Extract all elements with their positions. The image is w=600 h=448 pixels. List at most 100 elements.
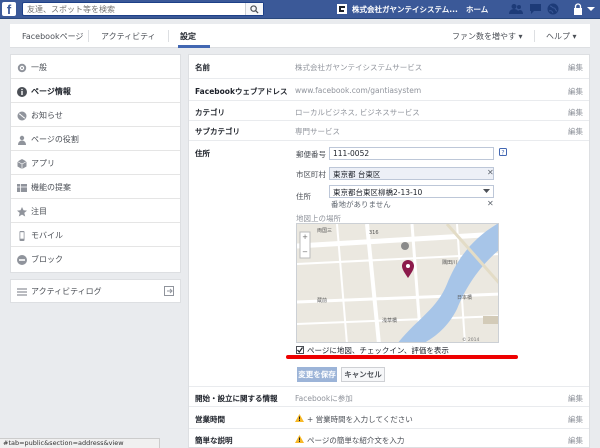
street-dropdown-icon[interactable]: [483, 189, 490, 194]
tab-facebook-page[interactable]: Facebookページ: [22, 31, 83, 42]
svg-text:?: ?: [501, 150, 504, 157]
block-icon: [17, 255, 27, 265]
page-info-panel: 名前 株式会社ガヤンテイシステムサービス 編集 Facebookウェブアドレス …: [188, 54, 590, 448]
sidebar-item-notifications[interactable]: お知らせ: [11, 103, 180, 127]
grow-fans-button[interactable]: ファン数を増やす ▾: [452, 31, 523, 42]
postal-code-input[interactable]: 111-0052: [329, 147, 494, 160]
search-box[interactable]: [22, 2, 264, 16]
subcategory-label: サブカテゴリ: [195, 127, 240, 136]
web-address-value: www.facebook.com/gantiasystem: [295, 86, 422, 95]
edit-hours-link[interactable]: 編集: [568, 414, 583, 425]
account-menu-chevron-icon[interactable]: [587, 5, 595, 13]
help-menu-button[interactable]: ヘルプ ▾: [546, 31, 577, 42]
row-address-editor: 住所 郵便番号 111-0052 ? 市区町村 東京都 台東区 ✕ 住所 東京都…: [189, 141, 589, 387]
svg-text:+: +: [302, 233, 308, 241]
nav-divider: [534, 30, 535, 42]
sidebar-item-block[interactable]: ブロック: [11, 247, 180, 271]
founded-value: Facebookに参加: [295, 394, 353, 403]
row-founded: 開始・設立に関する情報 Facebookに参加 編集: [189, 387, 589, 407]
browser-status-bar: #tab=public&section=address&view: [0, 438, 160, 448]
row-name: 名前 株式会社ガヤンテイシステムサービス 編集: [189, 55, 589, 79]
sidebar-item-suggested-features[interactable]: 機能の提案: [11, 175, 180, 199]
short-description-prompt[interactable]: ページの簡単な紹介文を入力: [307, 435, 404, 446]
search-button[interactable]: [245, 3, 263, 15]
privacy-lock-icon[interactable]: [573, 3, 583, 15]
hours-prompt[interactable]: + 営業時間を入力してください: [307, 414, 413, 425]
messages-icon[interactable]: [529, 3, 542, 15]
red-highlight-underline: [286, 355, 518, 359]
row-category: カテゴリ ローカルビジネス, ビジネスサービス 編集: [189, 101, 589, 121]
short-description-label: 簡単な説明: [195, 436, 233, 445]
activity-log-link[interactable]: アクティビティログ: [10, 279, 181, 303]
name-label: 名前: [195, 63, 210, 72]
cancel-button[interactable]: キャンセル: [341, 367, 385, 382]
postal-code-label: 郵便番号: [296, 150, 326, 159]
notifications-globe-icon[interactable]: [547, 3, 559, 15]
map-label: 隅田川: [442, 259, 457, 266]
map-label: 浅草橋: [382, 317, 397, 324]
home-link[interactable]: ホーム: [466, 4, 488, 15]
street-input[interactable]: 東京都台東区柳橋2-13-10: [329, 185, 494, 198]
sidebar-item-label: アプリ: [31, 159, 55, 168]
settings-sidebar: 一般 ページ情報 お知らせ ページの役割 アプリ 機能の提案 注目 モバイル ブ…: [10, 54, 181, 273]
friend-requests-icon[interactable]: [509, 3, 523, 15]
search-icon: [250, 5, 259, 14]
city-input[interactable]: 東京都 台東区: [329, 167, 494, 180]
show-map-checkbox[interactable]: [296, 346, 304, 354]
category-value: ローカルビジネス, ビジネスサービス: [295, 108, 420, 117]
active-tab-indicator: [178, 45, 210, 48]
row-web-address: Facebookウェブアドレス www.facebook.com/gantias…: [189, 79, 589, 101]
warning-icon: [295, 414, 304, 422]
city-label: 市区町村: [296, 170, 326, 179]
tab-settings[interactable]: 設定: [180, 31, 196, 42]
facebook-logo[interactable]: f: [2, 2, 16, 17]
sidebar-item-page-roles[interactable]: ページの役割: [11, 127, 180, 151]
tab-activity[interactable]: アクティビティ: [101, 31, 156, 42]
map-label: 蔵前: [317, 297, 327, 304]
map-label: 316: [369, 230, 379, 236]
sidebar-item-general[interactable]: 一般: [11, 55, 180, 79]
sidebar-item-apps[interactable]: アプリ: [11, 151, 180, 175]
sidebar-item-featured[interactable]: 注目: [11, 199, 180, 223]
map-label: 日本橋: [457, 294, 472, 301]
founded-label: 開始・設立に関する情報: [195, 394, 278, 403]
edit-founded-link[interactable]: 編集: [568, 393, 583, 404]
list-icon: [17, 288, 27, 296]
nav-divider: [88, 30, 89, 42]
search-input[interactable]: [23, 3, 243, 15]
edit-name-link[interactable]: 編集: [568, 62, 583, 73]
clear-street-icon[interactable]: ✕: [487, 199, 494, 208]
help-icon[interactable]: ?: [499, 148, 507, 156]
phone-icon: [19, 231, 25, 241]
sidebar-item-label: 一般: [31, 63, 47, 72]
sidebar-item-mobile[interactable]: モバイル: [11, 223, 180, 247]
page-avatar[interactable]: [337, 4, 347, 14]
subcategory-value: 専門サービス: [295, 127, 340, 136]
sidebar-item-page-info[interactable]: ページ情報: [11, 79, 180, 103]
warning-icon: [295, 435, 304, 443]
page-name-link[interactable]: 株式会社ガヤンテイシステム...: [352, 4, 458, 15]
sidebar-item-label: 機能の提案: [31, 183, 71, 192]
edit-category-link[interactable]: 編集: [568, 107, 583, 118]
gear-icon: [17, 63, 27, 73]
open-external-icon[interactable]: [164, 286, 174, 296]
person-icon: [18, 135, 26, 145]
edit-subcategory-link[interactable]: 編集: [568, 126, 583, 137]
row-short-description: 簡単な説明 ページの簡単な紹介文を入力 編集: [189, 429, 589, 448]
save-changes-button[interactable]: 変更を保存: [297, 367, 337, 382]
svg-text:−: −: [302, 248, 308, 256]
sidebar-item-label: モバイル: [31, 231, 63, 240]
clear-city-icon[interactable]: ✕: [487, 168, 494, 177]
globe-icon: [17, 111, 27, 121]
grid-icon: [17, 184, 27, 192]
category-label: カテゴリ: [195, 108, 225, 117]
sidebar-item-label: ページ情報: [31, 87, 71, 96]
sidebar-item-label: 注目: [31, 207, 47, 216]
edit-web-address-link[interactable]: 編集: [568, 86, 583, 97]
edit-description-link[interactable]: 編集: [568, 435, 583, 446]
page-admin-nav: Facebookページ アクティビティ 設定 ファン数を増やす ▾ ヘルプ ▾: [10, 24, 590, 48]
nav-divider: [168, 30, 169, 42]
web-address-label: Facebookウェブアドレス: [195, 87, 288, 96]
location-map[interactable]: + − 両国三 316 蔵前 浅草橋 日本橋 隅田川 © 2014: [296, 223, 499, 343]
map-label: 両国三: [317, 228, 332, 234]
